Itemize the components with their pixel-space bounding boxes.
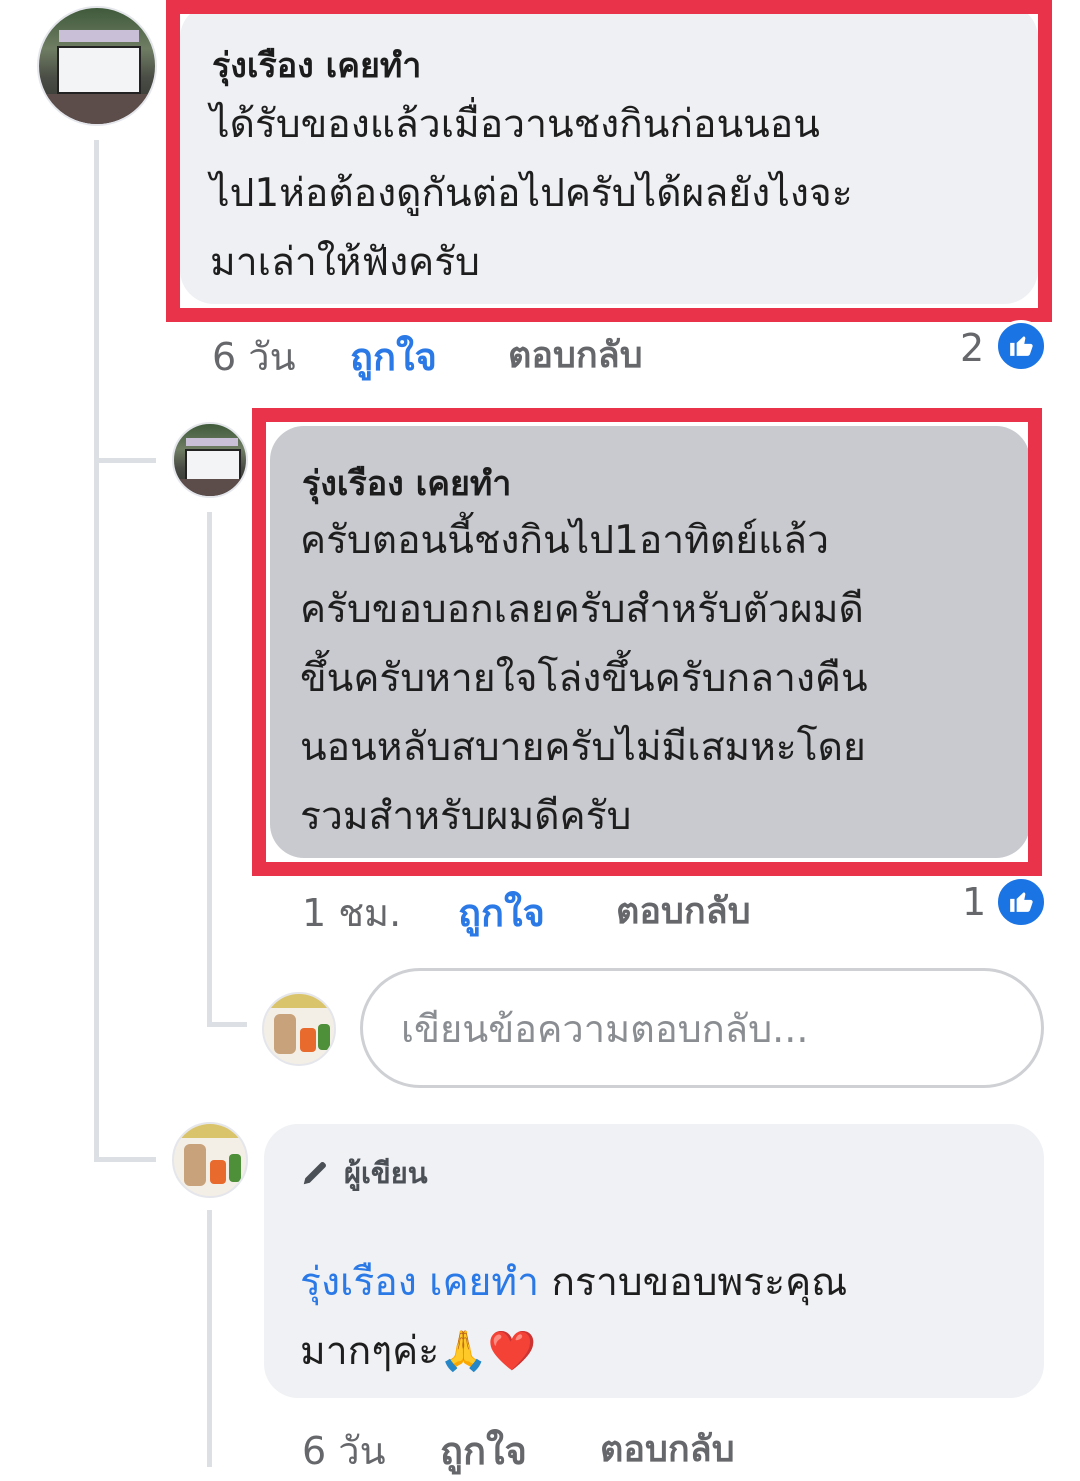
thread-line-branch-2 <box>207 1022 247 1027</box>
reply-avatar[interactable] <box>172 422 248 498</box>
highlight-frame-2 <box>252 408 1042 876</box>
comment-reply-button[interactable]: ตอบกลับ <box>508 326 643 383</box>
pencil-icon <box>303 1162 326 1185</box>
comment-time[interactable]: 6 วัน <box>212 326 296 387</box>
reply-time[interactable]: 1 ชม. <box>302 882 401 943</box>
reply-reaction-count[interactable]: 1 <box>962 880 986 924</box>
reply-reply-button[interactable]: ตอบกลับ <box>616 882 751 939</box>
thread-line-sub-2 <box>207 1210 212 1467</box>
commenter-avatar[interactable] <box>37 6 157 126</box>
thumbs-up-icon[interactable] <box>995 876 1047 928</box>
page-author-avatar[interactable] <box>172 1122 248 1198</box>
author-badge-label: ผู้เขียน <box>344 1156 428 1190</box>
comment-like-button[interactable]: ถูกใจ <box>350 326 437 387</box>
reply-input-placeholder: เขียนข้อความตอบกลับ... <box>401 1006 809 1051</box>
comment-reaction-count[interactable]: 2 <box>960 326 984 370</box>
author-reply-bubble: ผู้เขียน รุ่งเรือง เคยทำ กราบขอบพระคุณ ม… <box>264 1124 1044 1398</box>
thread-line-sub <box>207 512 212 1022</box>
reply-like-button[interactable]: ถูกใจ <box>458 882 545 943</box>
thread-line-branch-1 <box>94 458 156 463</box>
highlight-frame-1 <box>166 0 1052 322</box>
author-reply-text: รุ่งเรือง เคยทำ กราบขอบพระคุณ มากๆค่ะ🙏❤️ <box>300 1260 848 1374</box>
thread-line-branch-3 <box>94 1157 156 1162</box>
mention-link[interactable]: รุ่งเรือง เคยทำ <box>300 1260 539 1305</box>
author-reply-reply-button[interactable]: ตอบกลับ <box>600 1420 735 1477</box>
current-user-avatar <box>262 992 336 1066</box>
thread-line-main <box>94 140 99 1160</box>
author-badge: ผู้เขียน <box>300 1150 428 1196</box>
author-reply-like-button[interactable]: ถูกใจ <box>440 1420 527 1481</box>
author-reply-time[interactable]: 6 วัน <box>302 1420 386 1481</box>
thumbs-up-icon[interactable] <box>995 320 1047 372</box>
reply-input[interactable]: เขียนข้อความตอบกลับ... <box>360 968 1044 1088</box>
